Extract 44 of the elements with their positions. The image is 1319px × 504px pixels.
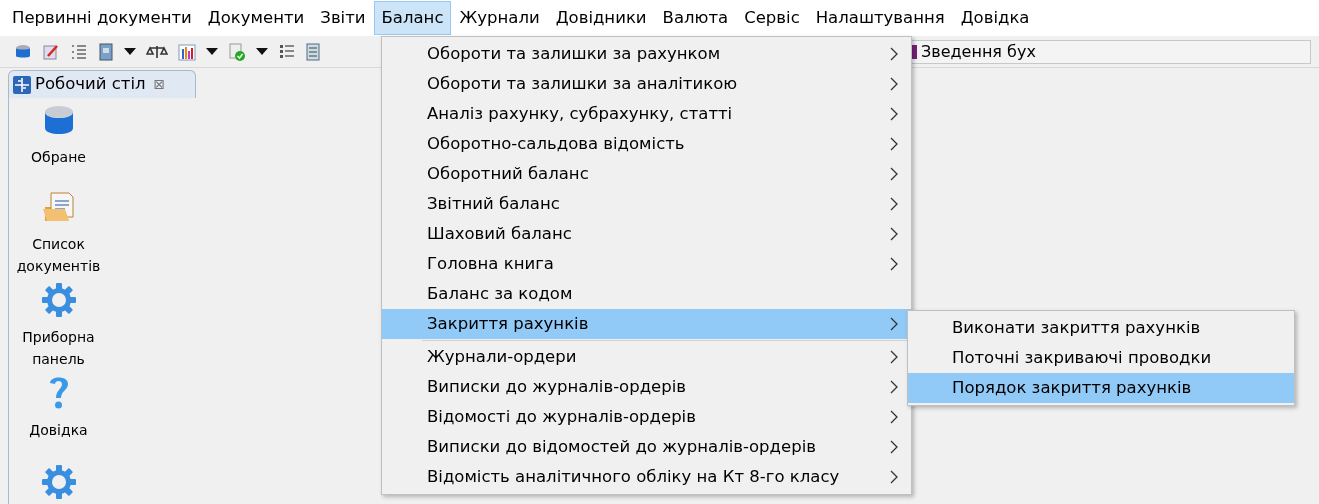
menu-bar-item[interactable]: Журнали [451,1,548,35]
menu-item[interactable]: Аналіз рахунку, субрахунку, статті [382,99,911,129]
close-button[interactable]: ⊠ [153,74,166,95]
menu-bar-item[interactable]: Первинні документи [4,1,200,35]
menu-item[interactable]: Оборотно-сальдова відомість [382,129,911,159]
menu-item[interactable]: Відомість аналітичного обліку на Кт 8-го класу [382,462,911,492]
report-icon[interactable] [306,42,320,61]
dropdown-arrow-icon[interactable] [256,47,268,56]
scales-icon[interactable] [146,43,168,60]
document-check-icon[interactable] [228,42,246,61]
menu-item[interactable]: Поточні закриваючі проводки [908,343,1294,373]
desktop-tab[interactable]: Робочий стіл ⊠ [8,70,197,98]
menu-item[interactable]: Шаховий баланс [382,219,911,249]
menu-bar-item[interactable]: Налаштування [807,1,953,35]
menu-item[interactable]: Виписки до відомостей до журналів-ордерів [382,432,911,462]
menu-item[interactable]: Оборотний баланс [382,159,911,189]
menu-item[interactable]: Баланс за кодом [382,279,911,309]
gear-icon[interactable] [40,282,77,319]
dropdown-arrow-icon[interactable] [206,47,218,56]
desktop-shortcut-label[interactable]: Обране [9,146,108,168]
menu-item[interactable]: Порядок закриття рахунків [908,373,1294,403]
document-icon[interactable] [98,42,114,61]
dropdown-arrow-icon[interactable] [124,47,136,56]
menu-item[interactable]: Головна книга [382,249,911,279]
gear-icon[interactable] [40,464,77,501]
menu-bar-item[interactable]: Валюта [654,1,737,35]
menu-bar-item[interactable]: Довідка [952,1,1038,35]
menu-bar-item[interactable]: Баланс [373,1,452,35]
tab-label: Робочий стіл [35,73,146,96]
list-icon[interactable] [278,42,296,61]
menu-item[interactable]: Звітний баланс [382,189,911,219]
desktop-shortcut-label[interactable]: Довідка [9,419,108,442]
desktop-shortcut-label[interactable]: Приборна панель [9,326,108,371]
menu-bar-item[interactable]: Звіти [312,1,374,35]
menu-bar-item[interactable]: Документи [199,1,313,35]
bar-chart-icon[interactable] [178,42,196,61]
menu-item[interactable]: Обороти та залишки за аналітикою [382,69,911,99]
menu-item[interactable]: Виконати закриття рахунків [908,313,1294,343]
menu-bar-item[interactable]: Довідники [547,1,655,35]
menu-bar-item[interactable]: Сервіс [736,1,808,35]
edit-icon[interactable] [42,42,60,61]
menu-item[interactable]: Закриття рахунків [382,309,911,339]
desktop-shortcut-label[interactable]: Список документів [9,233,108,278]
menu-item[interactable]: Обороти та залишки за рахунком [382,39,911,69]
